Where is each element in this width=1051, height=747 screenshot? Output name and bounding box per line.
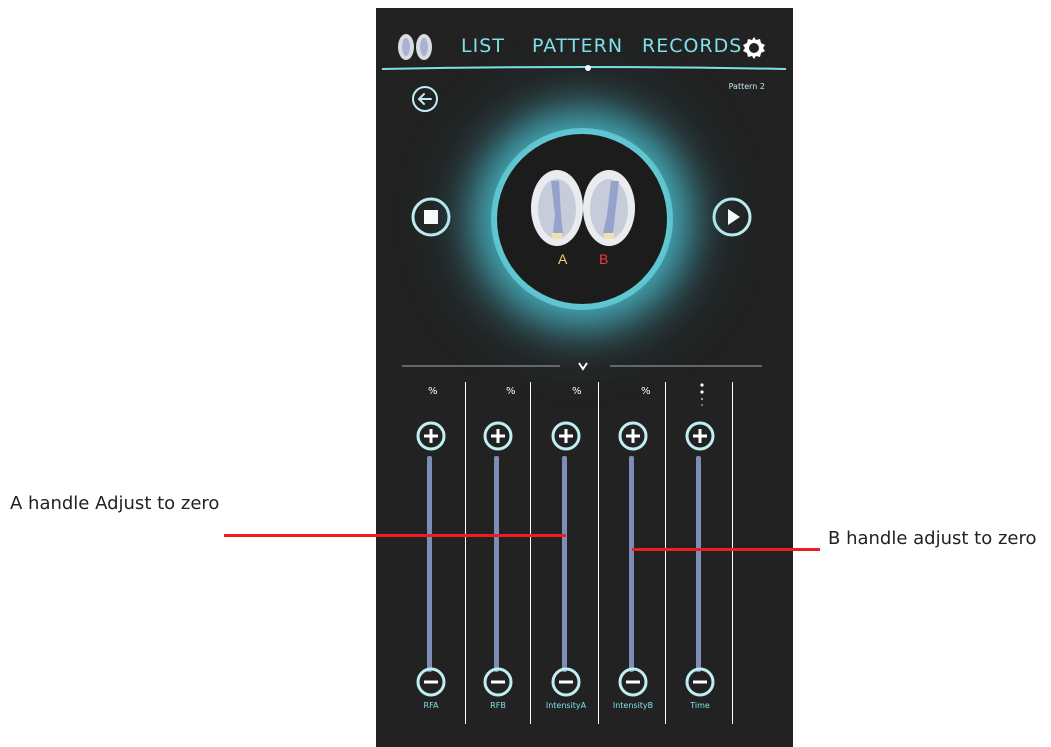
top-nav: LIST PATTERN RECORDS — [376, 8, 793, 78]
handles-logo-icon[interactable] — [394, 32, 436, 62]
handle-b-label: B — [599, 251, 609, 267]
play-button[interactable] — [711, 196, 753, 238]
slider-label: Time — [690, 701, 710, 710]
phone-screen: LIST PATTERN RECORDS Pattern 2 A B % % %… — [376, 8, 793, 747]
slider-label: IntensityA — [545, 701, 587, 710]
annotation-b-line — [632, 548, 820, 551]
column-divider — [465, 382, 466, 724]
slider-track[interactable] — [562, 456, 567, 672]
slider-label: RFA — [423, 701, 439, 710]
annotation-b-text: B handle adjust to zero — [828, 528, 1037, 549]
back-arrow-icon[interactable] — [410, 84, 440, 114]
slider-intensity-a — [548, 420, 584, 700]
pattern-name: Pattern 2 — [728, 82, 765, 91]
slider-track[interactable] — [427, 456, 432, 672]
annotation-a-line — [224, 534, 566, 537]
more-dots-icon[interactable] — [699, 381, 705, 411]
stop-button[interactable] — [410, 196, 452, 238]
slider-label: IntensityB — [612, 701, 654, 710]
slider-track[interactable] — [494, 456, 499, 672]
minus-icon[interactable] — [415, 666, 447, 698]
handle-a-label: A — [558, 251, 568, 267]
column-divider — [530, 382, 531, 724]
unit-label: % — [506, 386, 516, 397]
minus-icon[interactable] — [482, 666, 514, 698]
plus-icon[interactable] — [684, 420, 716, 452]
column-divider — [732, 382, 733, 724]
tab-records[interactable]: RECORDS — [642, 35, 742, 57]
slider-rfb — [480, 420, 516, 700]
unit-label: % — [428, 386, 438, 397]
plus-icon[interactable] — [415, 420, 447, 452]
collapse-chevron-icon[interactable] — [402, 360, 762, 374]
plus-icon[interactable] — [482, 420, 514, 452]
unit-label: % — [641, 386, 651, 397]
plus-icon[interactable] — [550, 420, 582, 452]
slider-track[interactable] — [696, 456, 701, 672]
slider-intensity-b — [615, 420, 651, 700]
column-divider — [598, 382, 599, 724]
slider-label: RFB — [490, 701, 506, 710]
gear-icon[interactable] — [742, 36, 766, 60]
minus-icon[interactable] — [617, 666, 649, 698]
tab-pattern[interactable]: PATTERN — [532, 35, 623, 57]
slider-time — [682, 420, 718, 700]
tab-underline — [381, 65, 787, 71]
column-divider — [665, 382, 666, 724]
minus-icon[interactable] — [550, 666, 582, 698]
handle-pair-icon — [531, 170, 635, 246]
slider-track[interactable] — [629, 456, 634, 672]
unit-label: % — [572, 386, 582, 397]
plus-icon[interactable] — [617, 420, 649, 452]
minus-icon[interactable] — [684, 666, 716, 698]
slider-rfa — [413, 420, 449, 700]
annotation-a-text: A handle Adjust to zero — [10, 493, 220, 514]
tab-list[interactable]: LIST — [461, 35, 505, 57]
